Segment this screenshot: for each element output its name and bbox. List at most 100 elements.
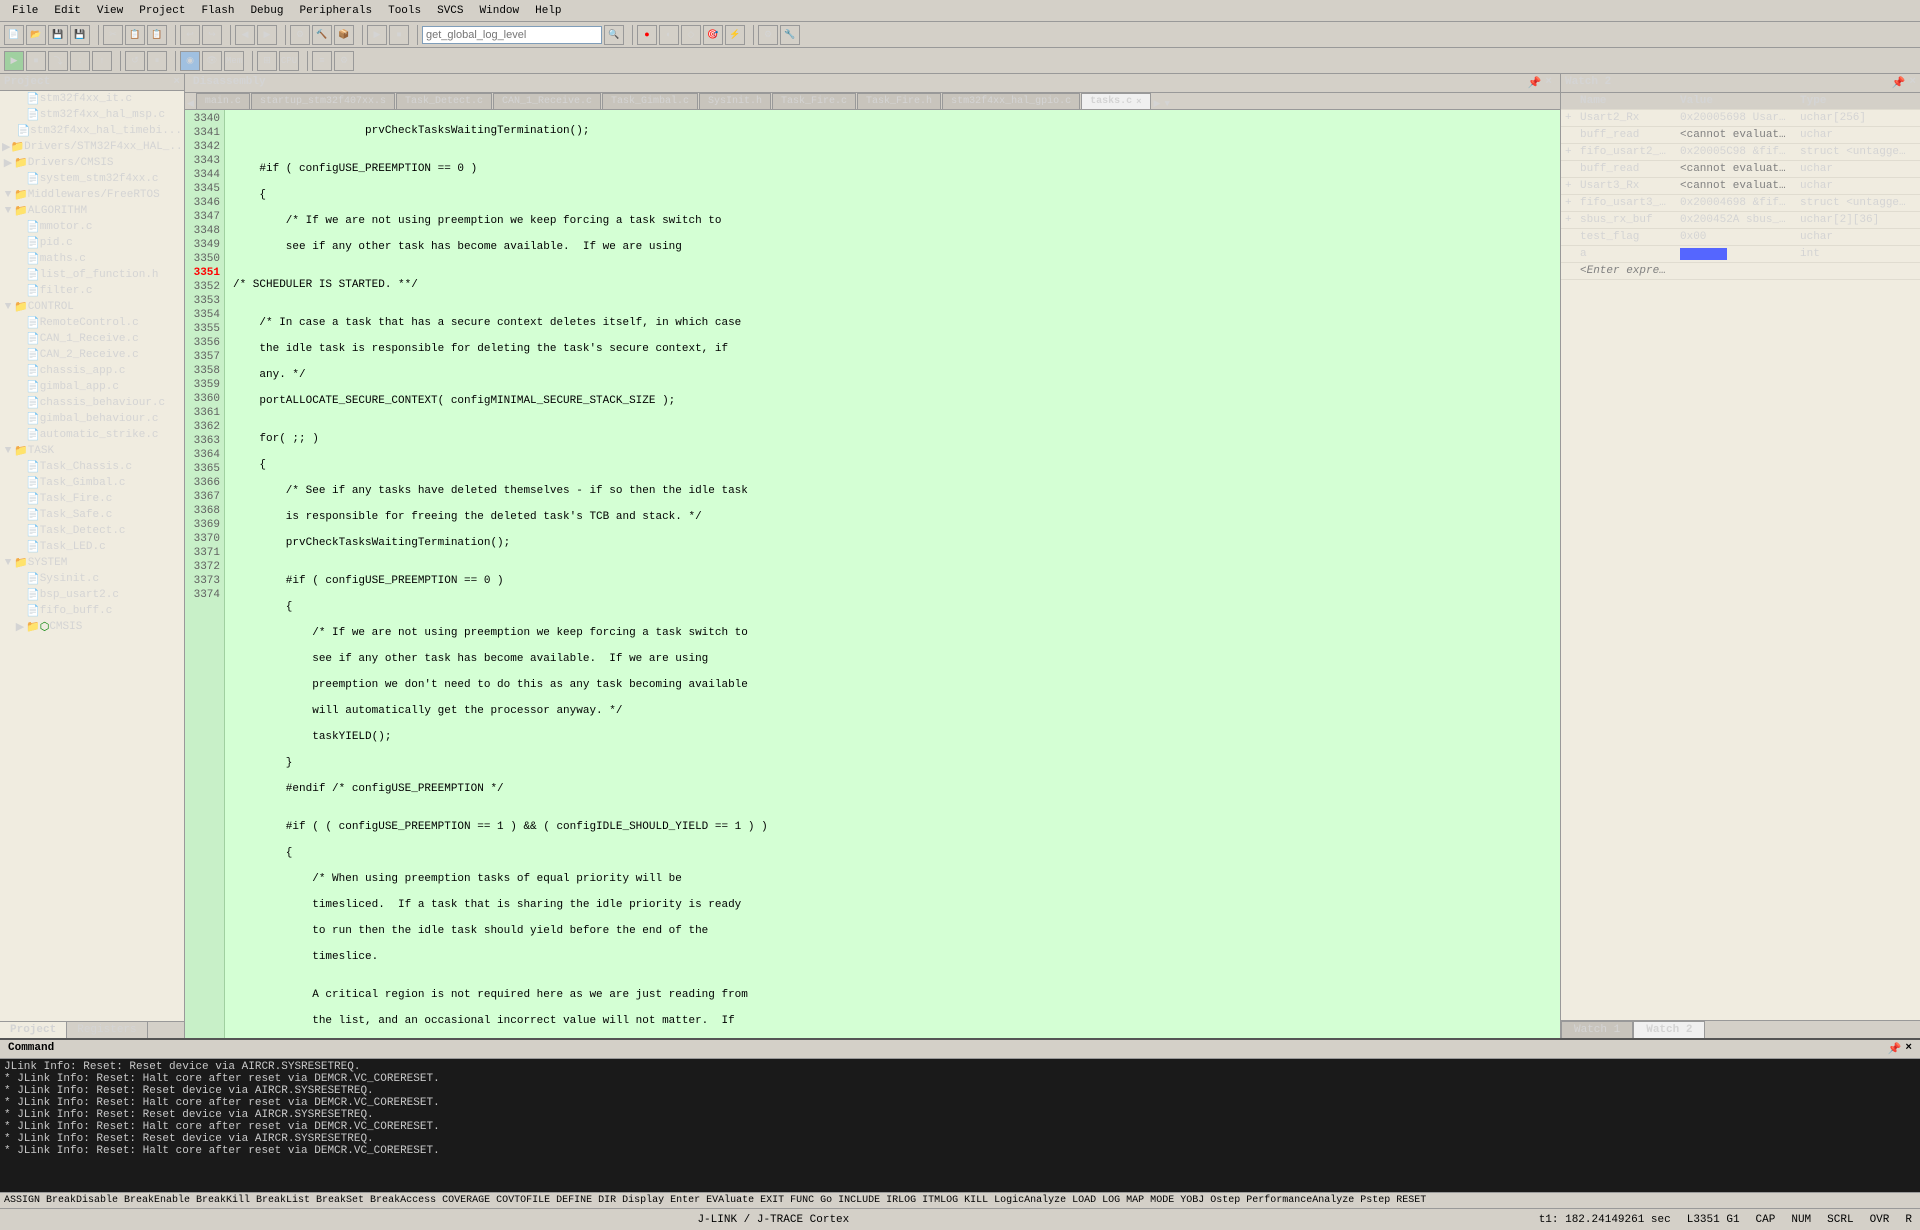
expand-icon[interactable]: ▶	[2, 140, 10, 154]
tree-item-stm32f4xx-it[interactable]: 📄 stm32f4xx_it.c	[0, 91, 184, 107]
tab-task-fire-c[interactable]: Task_Fire.c	[772, 93, 856, 109]
tab-sysinit-h[interactable]: SysInit.h	[699, 93, 771, 109]
menu-svcs[interactable]: SVCS	[429, 3, 471, 19]
tree-item-system-stm32[interactable]: 📄 system_stm32f4xx.c	[0, 171, 184, 187]
watch-expand-icon[interactable]	[1561, 246, 1576, 262]
tree-item-sysinit[interactable]: 📄 Sysinit.c	[0, 571, 184, 587]
tree-item-task-gimbal[interactable]: 📄 Task_Gimbal.c	[0, 475, 184, 491]
flash-download-btn[interactable]: ●	[637, 25, 657, 45]
flash-erase-btn[interactable]: ◇	[681, 25, 701, 45]
watch-row-enter-expr[interactable]: <Enter expression>	[1561, 263, 1920, 280]
breakpoint-btn[interactable]: ◉	[180, 51, 200, 71]
rebuild-btn[interactable]: 🔨	[312, 25, 332, 45]
tab-scroll-left[interactable]: ◀	[185, 99, 196, 109]
code-content[interactable]: prvCheckTasksWaitingTermination(); #if (…	[225, 110, 1560, 1038]
watch-expand-icon[interactable]: +	[1561, 195, 1576, 211]
tree-item-automatic-strike[interactable]: 📄 automatic_strike.c	[0, 427, 184, 443]
more-btn[interactable]: ≡	[312, 51, 332, 71]
menu-view[interactable]: View	[89, 3, 131, 19]
menu-window[interactable]: Window	[472, 3, 528, 19]
tree-item-cmsis[interactable]: ▶ 📁 ⬡ CMSIS	[0, 619, 184, 635]
options-btn[interactable]: ⚙	[758, 25, 778, 45]
tab-tasks-c[interactable]: tasks.c ×	[1081, 93, 1150, 109]
cut-btn[interactable]: ✂	[103, 25, 123, 45]
build-btn[interactable]: ⚙	[290, 25, 310, 45]
batch-btn[interactable]: 📦	[334, 25, 354, 45]
tree-item-control[interactable]: ▼ 📁 CONTROL	[0, 299, 184, 315]
log-search-btn[interactable]: 🔍	[604, 25, 624, 45]
tree-item-mmotor[interactable]: 📄 mmotor.c	[0, 219, 184, 235]
step-out-btn[interactable]: ↑	[92, 51, 112, 71]
tree-item-task-safe[interactable]: 📄 Task_Safe.c	[0, 507, 184, 523]
expand-icon[interactable]: ▶	[2, 156, 14, 170]
tab-main-c[interactable]: main.c	[196, 93, 250, 109]
stop-btn[interactable]: ⏹	[26, 51, 46, 71]
menu-edit[interactable]: Edit	[46, 3, 88, 19]
step-over-btn[interactable]: ⤵	[48, 51, 68, 71]
watch-expand-icon[interactable]	[1561, 161, 1576, 177]
menu-peripherals[interactable]: Peripherals	[291, 3, 380, 19]
tree-item-maths[interactable]: 📄 maths.c	[0, 251, 184, 267]
extra-btn[interactable]: ⚙	[334, 51, 354, 71]
tree-item-task-fire[interactable]: 📄 Task_Fire.c	[0, 491, 184, 507]
tree-item-hal-timebase[interactable]: 📄 stm32f4xx_hal_timebi...	[0, 123, 184, 139]
new-btn[interactable]: 📄	[4, 25, 24, 45]
tree-item-gimbal-app[interactable]: 📄 gimbal_app.c	[0, 379, 184, 395]
tree-item-gimbal-behaviour[interactable]: 📄 gimbal_behaviour.c	[0, 411, 184, 427]
tree-item-middlewares[interactable]: ▼ 📁 Middlewares/FreeRTOS	[0, 187, 184, 203]
tree-item-pid[interactable]: 📄 pid.c	[0, 235, 184, 251]
watch-expand-icon[interactable]	[1561, 127, 1576, 143]
tree-item-task-chassis[interactable]: 📄 Task_Chassis.c	[0, 459, 184, 475]
open-btn[interactable]: 📂	[26, 25, 46, 45]
copy-btn[interactable]: 📋	[125, 25, 145, 45]
fwd-btn[interactable]: ▶	[257, 25, 277, 45]
watch-btn[interactable]: 👁	[202, 51, 222, 71]
expand-icon[interactable]: ▼	[2, 557, 14, 569]
tab-task-fire-h[interactable]: Task_Fire.h	[857, 93, 941, 109]
tab-task-gimbal[interactable]: Task_Gimbal.c	[602, 93, 698, 109]
expand-icon[interactable]: ▶	[14, 620, 26, 634]
tab-project[interactable]: Project	[0, 1022, 67, 1038]
tree-item-task[interactable]: ▼ 📁 TASK	[0, 443, 184, 459]
disasm-btn[interactable]: ⊞	[257, 51, 277, 71]
watch-expand-icon[interactable]: +	[1561, 212, 1576, 228]
undo-btn[interactable]: ↩	[180, 25, 200, 45]
halt-btn[interactable]: ⏸	[147, 51, 167, 71]
watch-enter-expression[interactable]: <Enter expression>	[1576, 263, 1676, 279]
tree-item-can2-receive[interactable]: 📄 CAN_2_Receive.c	[0, 347, 184, 363]
disassembly-close[interactable]: ×	[1545, 76, 1552, 90]
tree-item-remotecontrol[interactable]: 📄 RemoteControl.c	[0, 315, 184, 331]
save-all-btn[interactable]: 💾	[70, 25, 90, 45]
watch-pin[interactable]: 📌	[1892, 76, 1906, 90]
command-pin[interactable]: 📌	[1888, 1042, 1902, 1056]
tab-scroll-right[interactable]: ▶	[1152, 99, 1163, 109]
tab-can1-receive[interactable]: CAN_1_Receive.c	[493, 93, 601, 109]
tree-item-hal-msp[interactable]: 📄 stm32f4xx_hal_msp.c	[0, 107, 184, 123]
tree-item-bsp-usart2[interactable]: 📄 bsp_usart2.c	[0, 587, 184, 603]
target-btn[interactable]: 🎯	[703, 25, 723, 45]
config-btn[interactable]: 🔧	[780, 25, 800, 45]
log-level-input[interactable]	[422, 26, 602, 44]
code-editor[interactable]: 3340 3341 3342 3343 3344 3345 3346 3347 …	[185, 110, 1560, 1038]
tree-item-drivers-hal[interactable]: ▶ 📁 Drivers/STM32F4xx_HAL_...	[0, 139, 184, 155]
watch-expand-icon[interactable]: +	[1561, 110, 1576, 126]
tree-item-chassis-behaviour[interactable]: 📄 chassis_behaviour.c	[0, 395, 184, 411]
run-btn[interactable]: ▶	[4, 51, 24, 71]
tab-task-detect[interactable]: Task_Detect.c	[396, 93, 492, 109]
back-btn[interactable]: ◀	[235, 25, 255, 45]
command-close[interactable]: ×	[1905, 1042, 1912, 1056]
tab-startup[interactable]: startup_stm32f407xx.s	[251, 93, 395, 109]
watch-expand-icon[interactable]: +	[1561, 178, 1576, 194]
disassembly-pin[interactable]: 📌	[1528, 76, 1542, 90]
project-panel-close[interactable]: ×	[173, 76, 180, 88]
tree-item-chassis-app[interactable]: 📄 chassis_app.c	[0, 363, 184, 379]
flash-verify-btn[interactable]: ◐	[659, 25, 679, 45]
tree-item-algorithm[interactable]: ▼ 📁 ALGORITHM	[0, 203, 184, 219]
menu-project[interactable]: Project	[131, 3, 193, 19]
redo-btn[interactable]: ↪	[202, 25, 222, 45]
tree-item-system[interactable]: ▼ 📁 SYSTEM	[0, 555, 184, 571]
paste-btn[interactable]: 📋	[147, 25, 167, 45]
tab-dropdown[interactable]: ▼	[1162, 99, 1171, 109]
menu-file[interactable]: File	[4, 3, 46, 19]
memory-btn[interactable]: Mem	[224, 51, 244, 71]
